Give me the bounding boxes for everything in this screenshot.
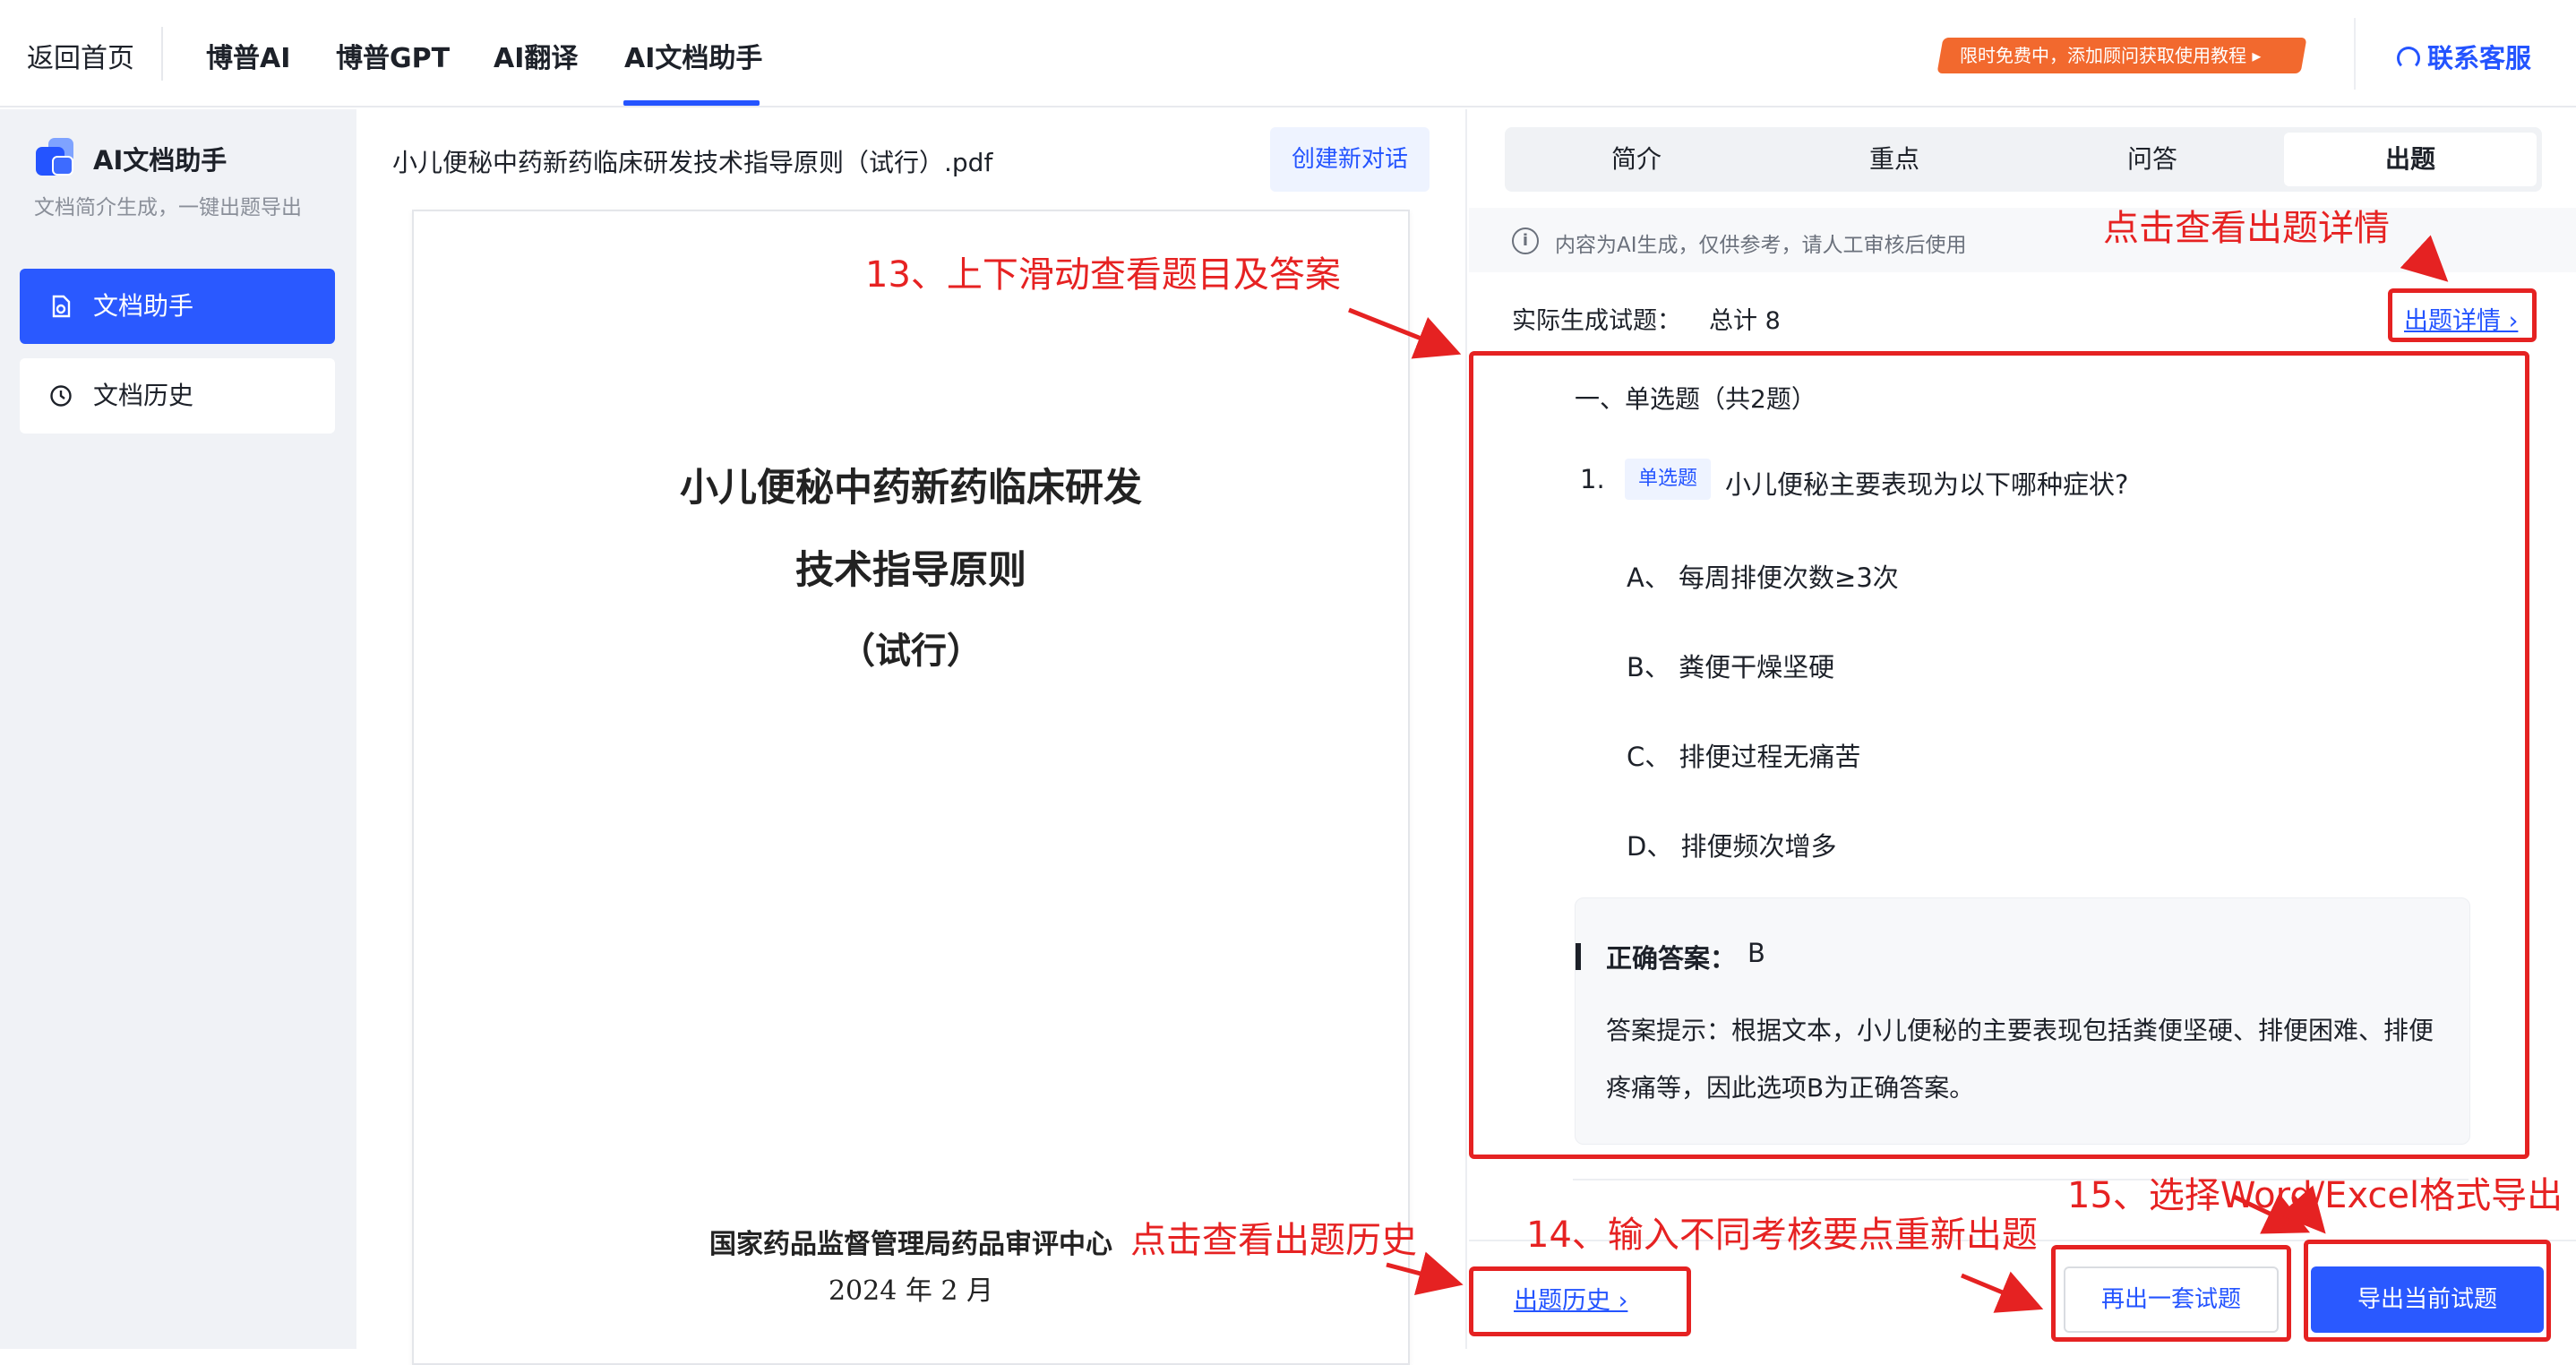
sidebar-item-label: 文档助手 xyxy=(93,291,194,321)
sidebar-item-doc-assistant[interactable]: 文档助手 xyxy=(20,269,335,344)
doc-title-line-3: （试行） xyxy=(839,630,983,672)
sidebar-item-label: 文档历史 xyxy=(93,381,194,410)
sidebar: AI文档助手 文档简介生成，一键出题导出 文档助手 文档历史 xyxy=(0,109,356,1349)
sidebar-item-doc-history[interactable]: 文档历史 xyxy=(20,358,335,434)
app-logo-icon xyxy=(36,138,75,177)
pane-divider xyxy=(1465,109,1467,1349)
result-tabs: 简介 重点 问答 出题 xyxy=(1505,127,2542,192)
tab-quiz[interactable]: 出题 xyxy=(2284,133,2537,186)
contact-service-label: 联系客服 xyxy=(2427,43,2532,73)
doc-title-line-1: 小儿便秘中药新药临床研发 xyxy=(680,466,1142,511)
tab-key-points[interactable]: 重点 xyxy=(1768,133,2021,186)
contact-service-button[interactable]: 联系客服 xyxy=(2397,38,2531,75)
generated-count: 总计 8 xyxy=(1709,307,1781,335)
annotation-export: 15、选择Word/Excel格式导出 xyxy=(2067,1175,2563,1216)
annotation-history: 点击查看出题历史 xyxy=(1130,1220,1417,1261)
tab-summary[interactable]: 简介 xyxy=(1510,133,1763,186)
pdf-page[interactable]: 小儿便秘中药新药临床研发 技术指导原则 （试行） 国家药品监督管理局药品审评中心… xyxy=(412,210,1410,1365)
highlight-export-button xyxy=(2304,1240,2551,1342)
highlight-regenerate-button xyxy=(2051,1245,2291,1342)
annotation-scroll: 13、上下滑动查看题目及答案 xyxy=(865,254,1341,296)
nav-ai-doc-assistant[interactable]: AI文档助手 xyxy=(624,36,762,75)
top-divider xyxy=(161,27,163,81)
doc-title-line-2: 技术指导原则 xyxy=(795,548,1026,593)
sidebar-subtitle: 文档简介生成，一键出题导出 xyxy=(34,196,302,219)
document-file-name: 小儿便秘中药新药临床研发技术指导原则（试行）.pdf xyxy=(392,148,993,177)
history-icon xyxy=(50,385,72,407)
nav-bopu-gpt[interactable]: 博普GPT xyxy=(336,36,450,75)
top-separator xyxy=(2354,18,2356,90)
sidebar-title: AI文档助手 xyxy=(93,145,228,176)
headset-icon xyxy=(2397,47,2420,70)
highlight-history-link xyxy=(1469,1266,1691,1336)
nav-active-indicator xyxy=(623,100,760,106)
nav-ai-translate[interactable]: AI翻译 xyxy=(494,36,578,75)
promo-text: 限时免费中，添加顾问获取使用教程 ▸ xyxy=(1960,45,2262,66)
doc-date: 2024 年 2 月 xyxy=(828,1275,994,1307)
nav-bopu-ai[interactable]: 博普AI xyxy=(206,36,290,75)
ai-notice-text: 内容为AI生成，仅供参考，请人工审核后使用 xyxy=(1555,234,1967,257)
annotation-requirements: 14、输入不同考核要点重新出题 xyxy=(1526,1215,2038,1256)
annotation-detail: 点击查看出题详情 xyxy=(2103,208,2390,249)
document-icon xyxy=(52,295,71,318)
ai-notice: i 内容为AI生成，仅供参考，请人工审核后使用 xyxy=(1469,208,2576,272)
top-bar: 返回首页 博普AI 博普GPT AI翻译 AI文档助手 限时免费中，添加顾问获取… xyxy=(0,0,2576,107)
new-chat-button[interactable]: 创建新对话 xyxy=(1270,127,1430,192)
generated-label: 实际生成试题： xyxy=(1512,307,1681,335)
back-home-link[interactable]: 返回首页 xyxy=(27,36,134,75)
info-icon: i xyxy=(1512,228,1539,254)
tab-qa[interactable]: 问答 xyxy=(2026,133,2279,186)
highlight-detail-link xyxy=(2388,288,2537,342)
highlight-quiz-content xyxy=(1469,351,2529,1159)
promo-banner[interactable]: 限时免费中，添加顾问获取使用教程 ▸ xyxy=(1936,38,2307,73)
